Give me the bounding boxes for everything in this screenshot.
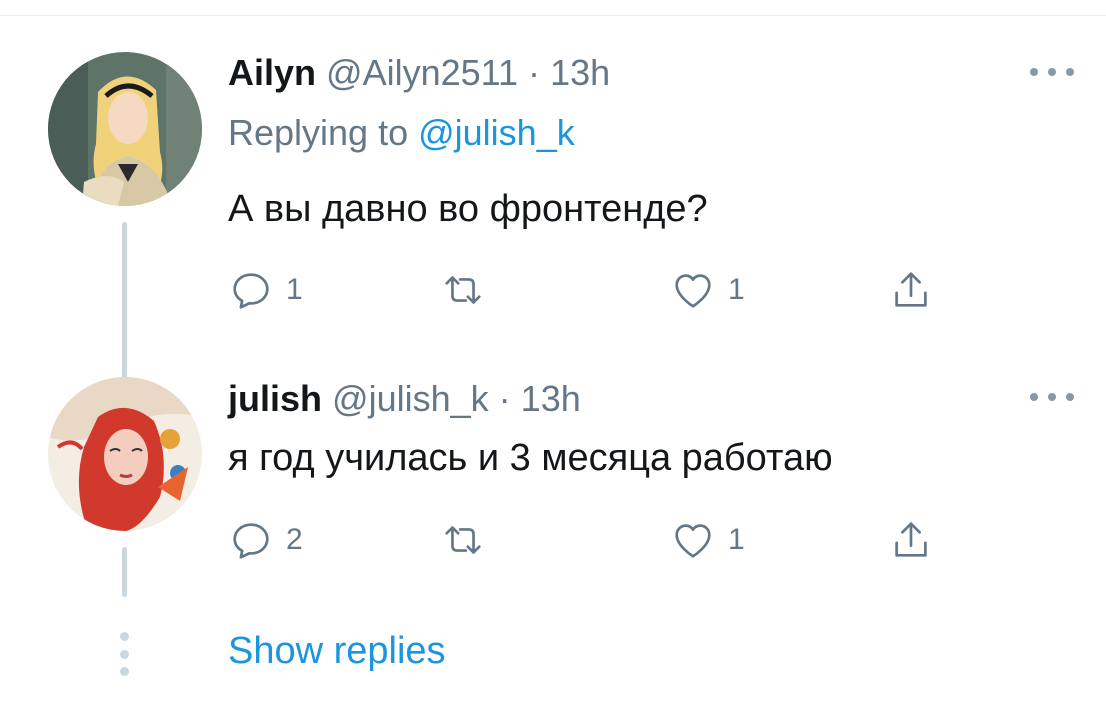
like-count: 1 xyxy=(728,523,745,556)
reply-count: 2 xyxy=(286,523,303,556)
timestamp[interactable]: 13h xyxy=(521,378,581,419)
top-divider xyxy=(0,15,1106,16)
like-icon xyxy=(675,274,711,308)
author-handle[interactable]: @julish_k xyxy=(332,378,489,419)
separator: · xyxy=(498,378,511,419)
tweet-actions: 2 1 xyxy=(228,515,948,565)
like-button[interactable]: 1 xyxy=(670,515,745,565)
replying-to: Replying to @julish_k xyxy=(228,112,575,154)
tweet-ailyn[interactable]: Ailyn @Ailyn2511 · 13h Replying to @juli… xyxy=(0,40,1106,404)
author-name[interactable]: Ailyn xyxy=(228,52,316,93)
tweet-header: julish @julish_k · 13h xyxy=(228,378,581,420)
more-icon[interactable] xyxy=(1030,390,1074,404)
mention-link[interactable]: @julish_k xyxy=(418,112,575,153)
like-count: 1 xyxy=(728,273,745,306)
author-handle[interactable]: @Ailyn2511 xyxy=(326,52,518,93)
like-icon xyxy=(675,524,711,558)
show-replies-link[interactable]: Show replies xyxy=(228,630,446,673)
retweet-icon xyxy=(445,276,481,304)
author-name[interactable]: julish xyxy=(228,378,322,419)
like-button[interactable]: 1 xyxy=(670,265,745,315)
retweet-icon xyxy=(445,526,481,554)
reply-button[interactable]: 2 xyxy=(228,515,303,565)
thread-line xyxy=(122,547,127,597)
replying-prefix: Replying to xyxy=(228,112,419,153)
share-button[interactable] xyxy=(888,265,934,315)
show-replies-row[interactable]: Show replies xyxy=(0,620,1106,690)
share-icon xyxy=(895,272,927,307)
retweet-button[interactable] xyxy=(440,265,498,315)
tweet-header: Ailyn @Ailyn2511 · 13h xyxy=(228,52,610,94)
timestamp[interactable]: 13h xyxy=(550,52,610,93)
avatar-ailyn[interactable] xyxy=(48,52,202,206)
retweet-button[interactable] xyxy=(440,515,498,565)
tweet-text: А вы давно во фронтенде? xyxy=(228,188,708,230)
tweet-actions: 1 1 xyxy=(228,265,948,315)
reply-icon xyxy=(233,273,269,309)
tweet-text: я год училась и 3 месяца работаю xyxy=(228,437,833,479)
thread-dots-icon xyxy=(118,632,130,676)
avatar-julish[interactable] xyxy=(48,377,202,531)
reply-button[interactable]: 1 xyxy=(228,265,303,315)
tweet-julish[interactable]: julish @julish_k · 13h я год училась и 3… xyxy=(0,375,1106,597)
reply-count: 1 xyxy=(286,273,303,306)
share-icon xyxy=(895,522,927,557)
reply-icon xyxy=(233,523,269,559)
separator: · xyxy=(528,52,541,93)
share-button[interactable] xyxy=(888,515,934,565)
more-icon[interactable] xyxy=(1030,65,1074,79)
